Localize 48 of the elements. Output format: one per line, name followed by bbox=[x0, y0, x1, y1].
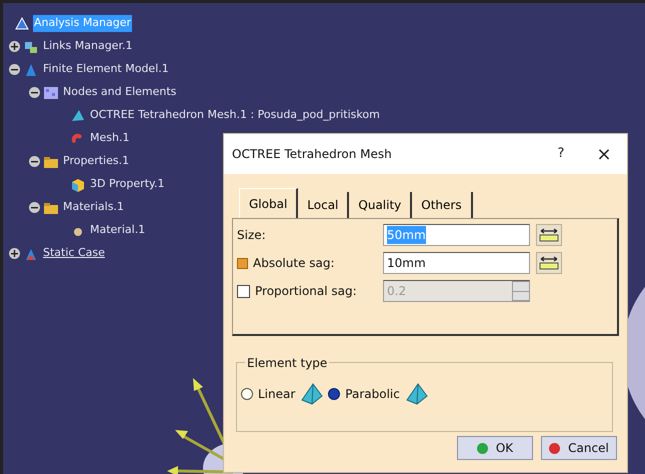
field-label: Proportional sag: bbox=[255, 283, 357, 300]
measure-button[interactable] bbox=[536, 252, 562, 274]
collapse-toggle[interactable] bbox=[29, 156, 40, 167]
plus-icon bbox=[11, 43, 18, 50]
radio-label: Parabolic bbox=[345, 386, 400, 403]
field-label: Absolute sag: bbox=[253, 255, 335, 272]
input-field[interactable]: 10mm bbox=[383, 252, 530, 274]
triangle-icon bbox=[14, 16, 30, 32]
collapse-toggle[interactable] bbox=[29, 202, 40, 213]
tab[interactable]: Global bbox=[239, 188, 298, 218]
cube-icon bbox=[70, 176, 86, 192]
ok-button[interactable]: OK bbox=[457, 436, 533, 460]
pyramid-icon bbox=[300, 383, 324, 405]
sag-indicator[interactable] bbox=[237, 258, 248, 268]
plus-icon bbox=[11, 250, 18, 257]
tree-item[interactable]: Finite Element Model.1 bbox=[42, 61, 170, 78]
expand-toggle[interactable] bbox=[9, 41, 20, 52]
tree-item[interactable]: Nodes and Elements bbox=[62, 84, 178, 101]
pyramid-icon bbox=[404, 383, 429, 405]
tree-item[interactable]: Material.1 bbox=[89, 222, 146, 239]
tree-item[interactable]: 3D Property.1 bbox=[89, 176, 166, 193]
minus-icon bbox=[31, 158, 38, 165]
collapse-toggle[interactable] bbox=[9, 64, 20, 75]
minus-icon bbox=[31, 89, 38, 96]
minus-icon bbox=[31, 204, 38, 211]
minus-icon bbox=[11, 66, 18, 73]
tree-item[interactable]: Mesh.1 bbox=[89, 130, 130, 147]
radio-button[interactable] bbox=[241, 388, 253, 400]
help-button[interactable]: ? bbox=[541, 144, 581, 164]
tree-item[interactable]: Properties.1 bbox=[62, 153, 130, 170]
pyramid-icon bbox=[70, 108, 86, 124]
field-label: Size: bbox=[237, 227, 266, 244]
close-button[interactable]: × bbox=[581, 140, 627, 168]
measure-button[interactable] bbox=[536, 224, 562, 246]
cancel-button[interactable]: Cancel bbox=[541, 436, 617, 460]
radio-label: Linear bbox=[258, 386, 296, 403]
ruler-icon bbox=[539, 228, 559, 242]
radio-button[interactable] bbox=[328, 388, 340, 400]
dialog-title: OCTREE Tetrahedron Mesh bbox=[232, 146, 393, 163]
tree-item[interactable]: Materials.1 bbox=[62, 199, 125, 216]
expand-toggle[interactable] bbox=[9, 248, 20, 259]
triangle-icon bbox=[23, 62, 39, 78]
tree-item[interactable]: Static Case bbox=[42, 245, 106, 262]
collapse-toggle[interactable] bbox=[29, 87, 40, 98]
tree-item[interactable]: OCTREE Tetrahedron Mesh.1 : Posuda_pod_pritiskom bbox=[89, 107, 381, 124]
ruler-icon bbox=[539, 256, 559, 270]
grid-icon bbox=[43, 84, 59, 100]
tree-item[interactable]: Links Manager.1 bbox=[42, 38, 134, 55]
